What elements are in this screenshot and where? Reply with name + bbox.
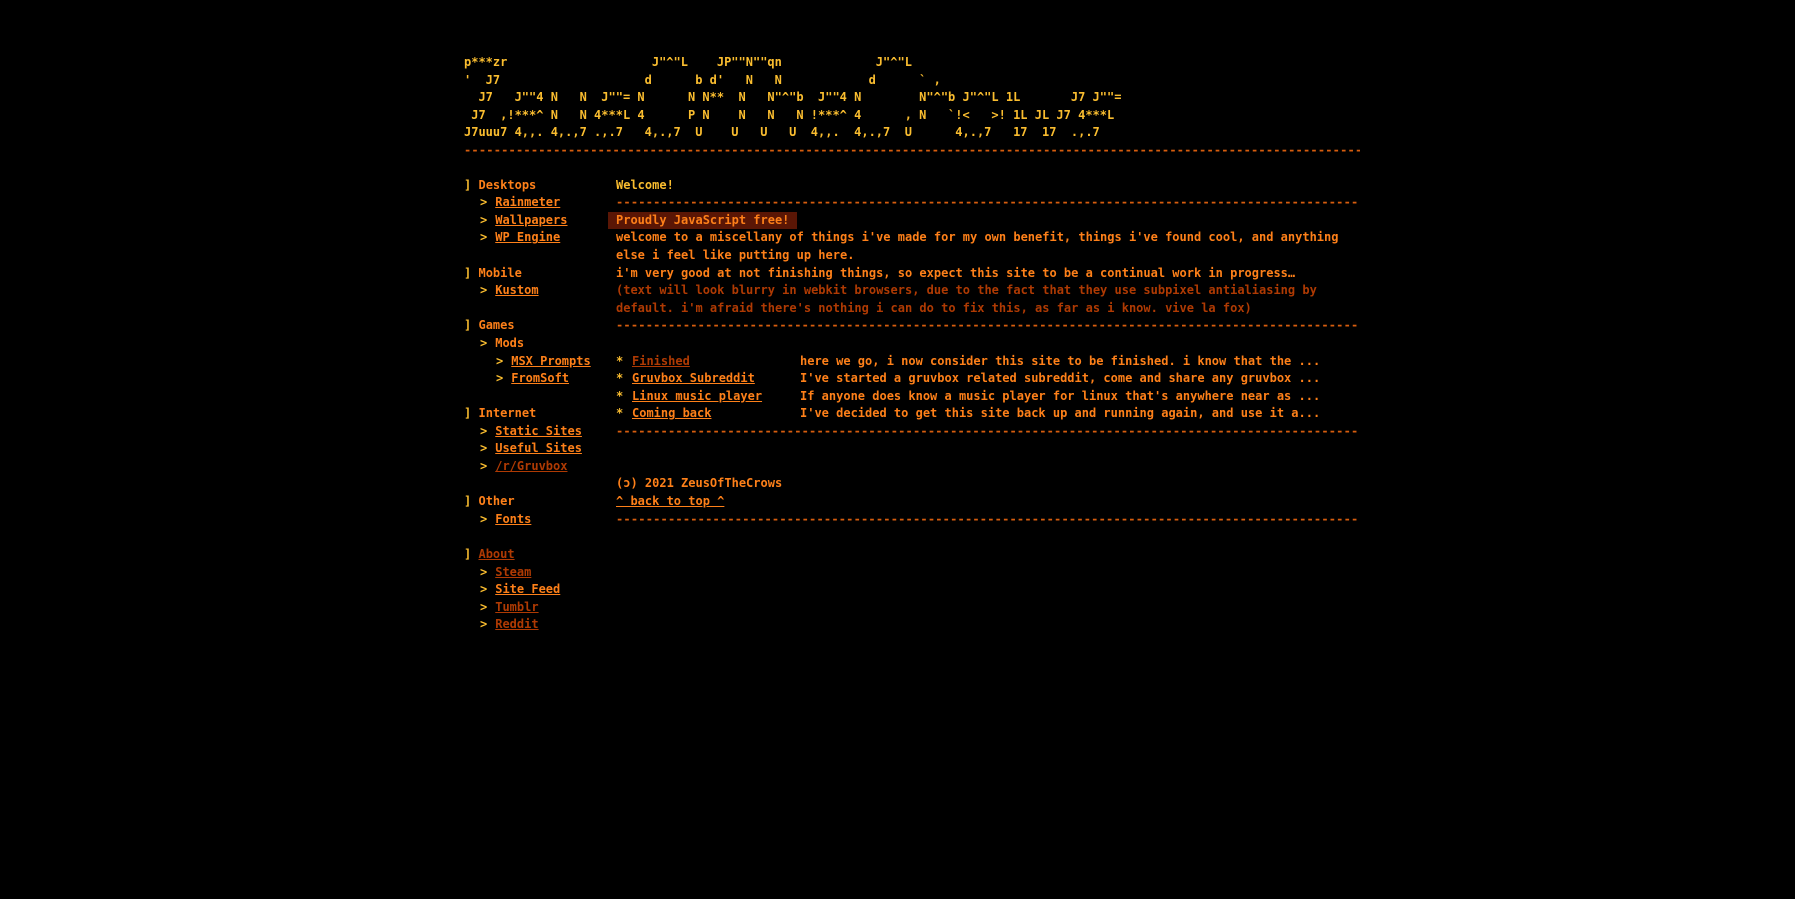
chevron-right-icon: > <box>480 459 488 474</box>
nav-item-kustom: > Kustom <box>464 282 616 300</box>
nav-link-r-gruvbox[interactable]: /r/Gruvbox <box>495 459 567 473</box>
nav-item-msx-prompts: > MSX Prompts <box>464 353 616 371</box>
header-divider: ----------------------------------------… <box>464 142 1360 157</box>
nav-link-wallpapers[interactable]: Wallpapers <box>495 213 567 227</box>
nav-link-tumblr[interactable]: Tumblr <box>495 600 538 614</box>
list-item: * Gruvbox Subreddit I've started a gruvb… <box>616 370 1360 388</box>
page: p***zr J"^"L JP""N""qn J"^"L ' J7 d b d'… <box>464 54 1360 634</box>
nav-category-label: Other <box>478 494 515 509</box>
post-list: * Finished here we go, i now consider th… <box>616 353 1360 423</box>
nav-category-games: ] Games <box>464 318 515 333</box>
nav-link-rainmeter[interactable]: Rainmeter <box>495 195 560 209</box>
post-excerpt: I've started a gruvbox related subreddit… <box>800 371 1321 386</box>
nav-link-static-sites[interactable]: Static Sites <box>495 424 582 438</box>
nav-item-static-sites: > Static Sites <box>464 423 616 441</box>
chevron-right-icon: > <box>496 371 504 386</box>
chevron-right-icon: > <box>480 441 488 456</box>
post-excerpt: here we go, i now consider this site to … <box>800 353 1321 368</box>
nav-item-site-feed: > Site Feed <box>464 581 616 599</box>
chevron-right-icon: > <box>480 212 488 227</box>
nav-item-mods: > Mods <box>464 335 616 353</box>
chevron-right-icon: > <box>480 230 488 245</box>
nav-link-kustom[interactable]: Kustom <box>495 283 538 297</box>
nav-item-reddit: > Reddit <box>464 616 616 634</box>
footer-divider: ----------------------------------------… <box>616 511 1360 526</box>
post-link[interactable]: Coming back <box>632 406 711 420</box>
nav-item-wp-engine: > WP Engine <box>464 229 616 247</box>
nav-category-mobile: ] Mobile <box>464 265 522 280</box>
divider: ----------------------------------------… <box>616 423 1360 438</box>
chevron-right-icon: > <box>480 335 488 350</box>
nav-category-label: Internet <box>478 406 537 421</box>
nav-item-steam: > Steam <box>464 564 616 582</box>
chevron-right-icon: > <box>480 599 488 614</box>
nav-category-label: Desktops <box>478 177 537 192</box>
bullet-icon: * <box>616 371 624 386</box>
nav-category-internet: ] Internet <box>464 406 537 421</box>
nav-link-useful-sites[interactable]: Useful Sites <box>495 441 582 455</box>
nav-category-label: Games <box>478 318 515 333</box>
intro-paragraph: welcome to a miscellany of things i've m… <box>616 230 1339 262</box>
nav-link-fromsoft[interactable]: FromSoft <box>511 371 569 385</box>
post-link[interactable]: Finished <box>632 354 690 368</box>
list-item: * Linux music player If anyone does know… <box>616 388 1360 406</box>
chevron-right-icon: > <box>480 582 488 597</box>
chevron-right-icon: > <box>480 423 488 438</box>
nav-link-steam[interactable]: Steam <box>495 565 531 579</box>
divider: ----------------------------------------… <box>616 318 1360 333</box>
nav-item-r-gruvbox: > /r/Gruvbox <box>464 458 616 476</box>
nav-link-msx-prompts[interactable]: MSX Prompts <box>511 354 590 368</box>
nav-item-fromsoft: > FromSoft <box>464 370 616 388</box>
copyright: (ɔ) 2021 ZeusOfTheCrows <box>616 476 783 491</box>
progress-paragraph: i'm very good at not finishing things, s… <box>616 265 1296 280</box>
list-item: * Finished here we go, i now consider th… <box>616 353 1360 371</box>
nav-category-desktops: ] Desktops <box>464 177 537 192</box>
nav-category-label: Mobile <box>478 265 522 280</box>
divider: ----------------------------------------… <box>616 195 1360 210</box>
nav-category-about: ] About <box>464 547 515 562</box>
chevron-right-icon: > <box>480 195 488 210</box>
site-logo-ascii: p***zr J"^"L JP""N""qn J"^"L ' J7 d b d'… <box>464 55 1122 140</box>
page-title: Welcome! <box>616 177 674 192</box>
nav-category-other: ] Other <box>464 494 515 509</box>
post-excerpt: I've decided to get this site back up an… <box>800 406 1321 421</box>
post-excerpt: If anyone does know a music player for l… <box>800 388 1321 403</box>
nav-link-about[interactable]: About <box>478 547 514 561</box>
sidebar-nav: ] Desktops > Rainmeter > Wallpapers > WP En… <box>464 177 616 634</box>
chevron-right-icon: > <box>480 617 488 632</box>
bullet-icon: * <box>616 406 624 421</box>
nav-link-reddit[interactable]: Reddit <box>495 617 538 631</box>
blurry-note-paragraph: (text will look blurry in webkit browser… <box>616 283 1317 315</box>
nav-item-tumblr: > Tumblr <box>464 599 616 617</box>
nav-link-fonts[interactable]: Fonts <box>495 512 531 526</box>
post-link[interactable]: Gruvbox Subreddit <box>632 371 755 385</box>
nav-item-fonts: > Fonts <box>464 511 616 529</box>
chevron-right-icon: > <box>480 283 488 298</box>
layout-columns: ] Desktops > Rainmeter > Wallpapers > WP En… <box>464 177 1360 634</box>
post-link[interactable]: Linux music player <box>632 389 762 403</box>
bullet-icon: * <box>616 353 624 368</box>
chevron-right-icon: > <box>480 564 488 579</box>
nav-link-site-feed[interactable]: Site Feed <box>495 582 560 596</box>
chevron-right-icon: > <box>496 353 504 368</box>
status-badge: Proudly JavaScript free! <box>608 211 798 230</box>
nav-item-wallpapers: > Wallpapers <box>464 212 616 230</box>
back-to-top-link[interactable]: ^ back to top ^ <box>616 494 724 508</box>
nav-item-useful-sites: > Useful Sites <box>464 440 616 458</box>
chevron-right-icon: > <box>480 511 488 526</box>
list-item: * Coming back I've decided to get this s… <box>616 405 1360 423</box>
nav-link-wp-engine[interactable]: WP Engine <box>495 230 560 244</box>
bullet-icon: * <box>616 388 624 403</box>
nav-item-rainmeter: > Rainmeter <box>464 194 616 212</box>
nav-sub-label-mods: Mods <box>495 335 525 350</box>
main-content: Welcome! -------------------------------… <box>608 177 1360 634</box>
